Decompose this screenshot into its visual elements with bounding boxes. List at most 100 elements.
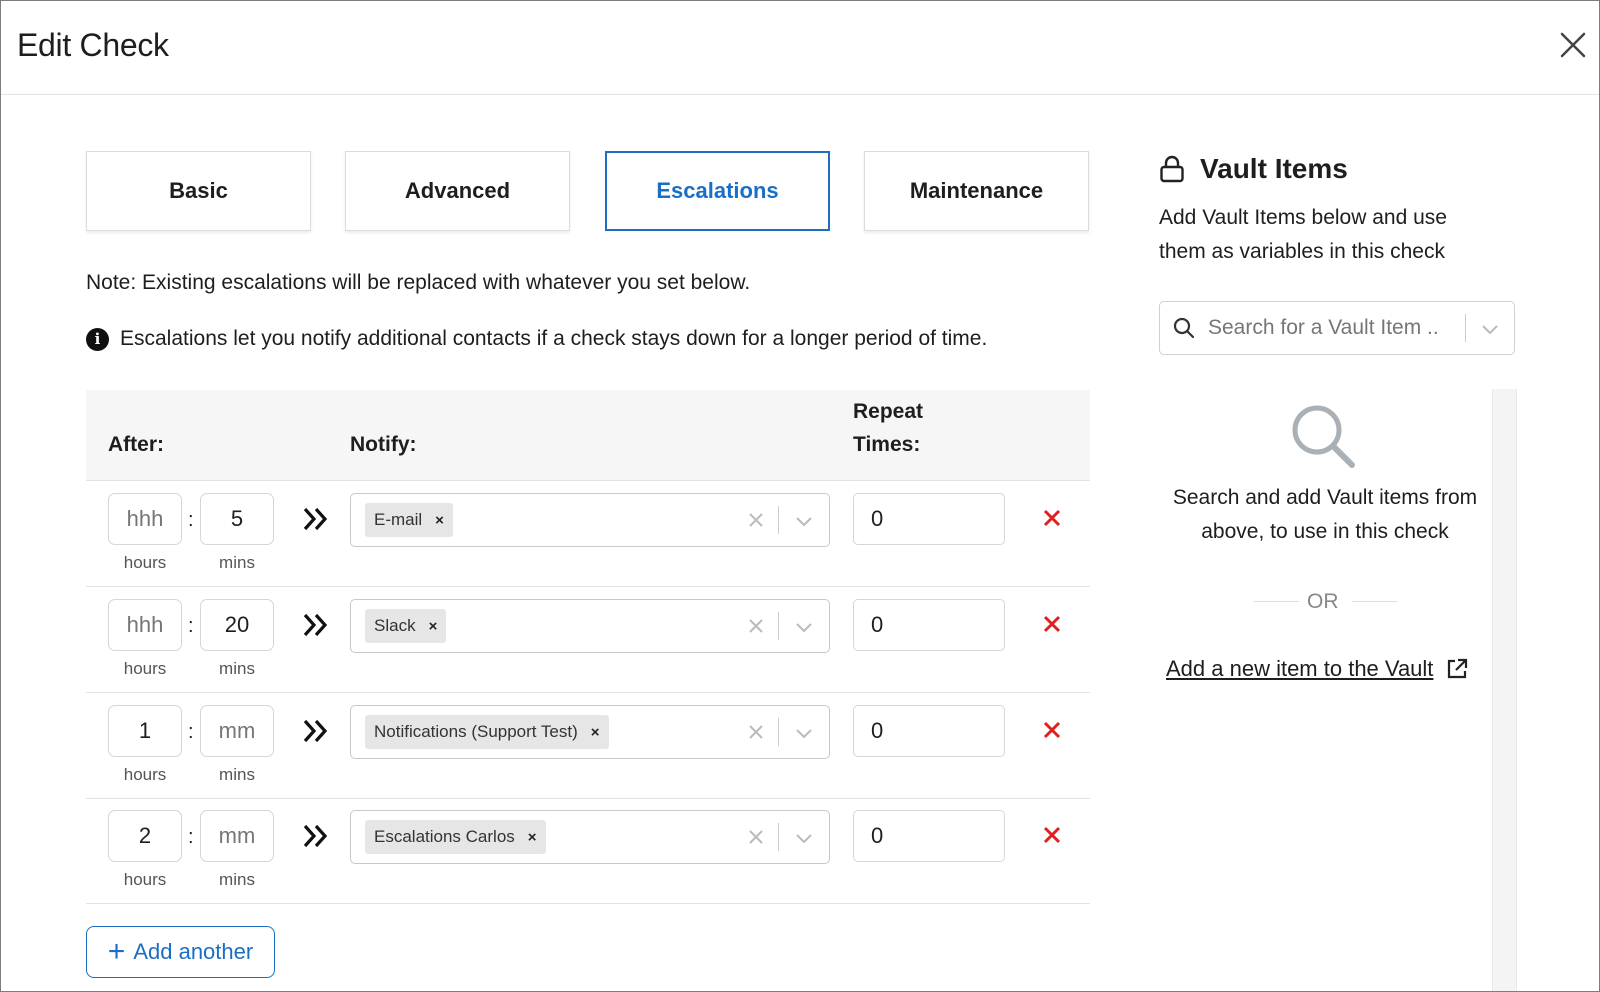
tab-maintenance[interactable]: Maintenance bbox=[864, 151, 1089, 231]
search-icon bbox=[1173, 317, 1195, 339]
escalations-table-header: After: Notify: Repeat Times: bbox=[86, 390, 1090, 481]
hours-label: hours bbox=[123, 553, 167, 572]
edit-check-dialog: Edit Check Basic Advanced Escalations Ma… bbox=[0, 0, 1600, 992]
vault-search-select[interactable]: Search for a Vault Item .. bbox=[1159, 301, 1515, 355]
notify-chip: E-mail × bbox=[365, 503, 453, 537]
notify-select[interactable]: Slack × bbox=[350, 599, 830, 653]
close-icon[interactable] bbox=[1556, 28, 1590, 62]
notify-chip: Escalations Carlos × bbox=[365, 820, 546, 854]
double-chevron-right-icon bbox=[303, 824, 328, 848]
add-another-button[interactable]: + Add another bbox=[86, 926, 275, 978]
external-link-icon bbox=[1448, 658, 1468, 679]
clear-icon[interactable] bbox=[745, 826, 767, 848]
mins-input[interactable]: 5 bbox=[200, 493, 274, 545]
repeat-header-line1: Repeat bbox=[853, 400, 924, 423]
chevron-down-icon[interactable] bbox=[793, 510, 815, 532]
select-separator bbox=[778, 718, 779, 746]
info-text: Escalations let you notify additional co… bbox=[120, 327, 988, 350]
divider bbox=[1254, 601, 1299, 602]
or-label: OR bbox=[1307, 590, 1339, 613]
hours-input[interactable]: hhh bbox=[108, 599, 182, 651]
tab-label: Maintenance bbox=[909, 178, 1044, 203]
vault-title-text: Vault Items bbox=[1200, 153, 1348, 184]
dialog-title: Edit Check bbox=[17, 27, 169, 63]
search-icon bbox=[1292, 405, 1355, 468]
vault-empty-message: Search and add Vault items from above, t… bbox=[1172, 486, 1478, 543]
select-separator bbox=[778, 823, 779, 851]
notify-select[interactable]: Notifications (Support Test) × bbox=[350, 705, 830, 759]
delete-row-icon[interactable] bbox=[1042, 720, 1062, 740]
delete-row-icon[interactable] bbox=[1042, 825, 1062, 845]
plus-icon: + bbox=[107, 935, 126, 968]
chevron-down-icon[interactable] bbox=[793, 827, 815, 849]
repeat-times-input[interactable]: 0 bbox=[853, 705, 1005, 757]
add-vault-item-link[interactable]: Add a new item to the Vault bbox=[1166, 656, 1469, 682]
tab-basic[interactable]: Basic bbox=[86, 151, 311, 231]
repeat-header-line2: Times: bbox=[853, 433, 921, 456]
select-separator bbox=[778, 506, 779, 534]
time-separator: : bbox=[188, 826, 194, 848]
notify-chip: Slack × bbox=[365, 609, 447, 643]
escalation-row: hhh : 5 hours mins E-mail × 0 bbox=[86, 481, 1090, 587]
info-icon: i bbox=[86, 327, 109, 351]
time-separator: : bbox=[188, 721, 194, 743]
double-chevron-right-icon bbox=[303, 719, 328, 743]
mins-label: mins bbox=[219, 870, 255, 889]
chip-remove-icon[interactable]: × bbox=[435, 512, 444, 529]
hours-input[interactable]: 2 bbox=[108, 810, 182, 862]
hours-label: hours bbox=[123, 870, 167, 889]
chevron-down-icon[interactable] bbox=[1478, 317, 1502, 341]
chevron-down-icon[interactable] bbox=[793, 616, 815, 638]
vault-search-placeholder: Search for a Vault Item .. bbox=[1208, 316, 1439, 339]
divider bbox=[1352, 601, 1397, 602]
chip-label: Notifications (Support Test) bbox=[374, 722, 578, 741]
clear-icon[interactable] bbox=[745, 509, 767, 531]
vault-description: Add Vault Items below and use them as va… bbox=[1159, 206, 1447, 263]
replace-note: Note: Existing escalations will be repla… bbox=[86, 271, 751, 294]
info-message: i Escalations let you notify additional … bbox=[86, 327, 987, 351]
escalation-row: 2 : mm hours mins Escalations Carlos × 0 bbox=[86, 798, 1090, 904]
lock-icon bbox=[1160, 155, 1184, 183]
mins-input[interactable]: mm bbox=[200, 810, 274, 862]
hours-label: hours bbox=[123, 765, 167, 784]
tab-label: Basic bbox=[169, 178, 228, 203]
delete-row-icon[interactable] bbox=[1042, 508, 1062, 528]
delete-row-icon[interactable] bbox=[1042, 614, 1062, 634]
chip-remove-icon[interactable]: × bbox=[591, 724, 600, 741]
time-separator: : bbox=[188, 509, 194, 531]
chip-label: Slack bbox=[374, 616, 416, 635]
notify-select[interactable]: Escalations Carlos × bbox=[350, 810, 830, 864]
dialog-header: Edit Check bbox=[1, 1, 1599, 95]
chevron-down-icon[interactable] bbox=[793, 722, 815, 744]
notify-chip: Notifications (Support Test) × bbox=[365, 715, 609, 749]
clear-icon[interactable] bbox=[745, 615, 767, 637]
mins-input[interactable]: 20 bbox=[200, 599, 274, 651]
mins-input[interactable]: mm bbox=[200, 705, 274, 757]
mins-label: mins bbox=[219, 553, 255, 572]
notify-select[interactable]: E-mail × bbox=[350, 493, 830, 547]
select-separator bbox=[778, 612, 779, 640]
repeat-times-input[interactable]: 0 bbox=[853, 810, 1005, 862]
add-another-label: Add another bbox=[133, 939, 254, 964]
time-separator: : bbox=[188, 615, 194, 637]
tab-escalations[interactable]: Escalations bbox=[605, 151, 830, 231]
escalation-row: 1 : mm hours mins Notifications (Support… bbox=[86, 693, 1090, 799]
clear-icon[interactable] bbox=[745, 721, 767, 743]
add-vault-item-label: Add a new item to the Vault bbox=[1166, 656, 1434, 681]
vault-items-title: Vault Items bbox=[1159, 153, 1348, 185]
tab-advanced[interactable]: Advanced bbox=[345, 151, 570, 231]
chip-label: E-mail bbox=[374, 510, 423, 529]
chip-remove-icon[interactable]: × bbox=[528, 829, 537, 846]
chip-remove-icon[interactable]: × bbox=[429, 618, 438, 635]
repeat-times-input[interactable]: 0 bbox=[853, 493, 1005, 545]
select-separator bbox=[1465, 314, 1466, 342]
double-chevron-right-icon bbox=[303, 507, 328, 531]
hours-input[interactable]: 1 bbox=[108, 705, 182, 757]
mins-label: mins bbox=[219, 765, 255, 784]
vault-panel-scrollbar[interactable] bbox=[1492, 389, 1517, 991]
tab-label: Advanced bbox=[404, 178, 511, 203]
hours-label: hours bbox=[123, 659, 167, 678]
hours-input[interactable]: hhh bbox=[108, 493, 182, 545]
notify-header: Notify: bbox=[350, 433, 417, 456]
repeat-times-input[interactable]: 0 bbox=[853, 599, 1005, 651]
